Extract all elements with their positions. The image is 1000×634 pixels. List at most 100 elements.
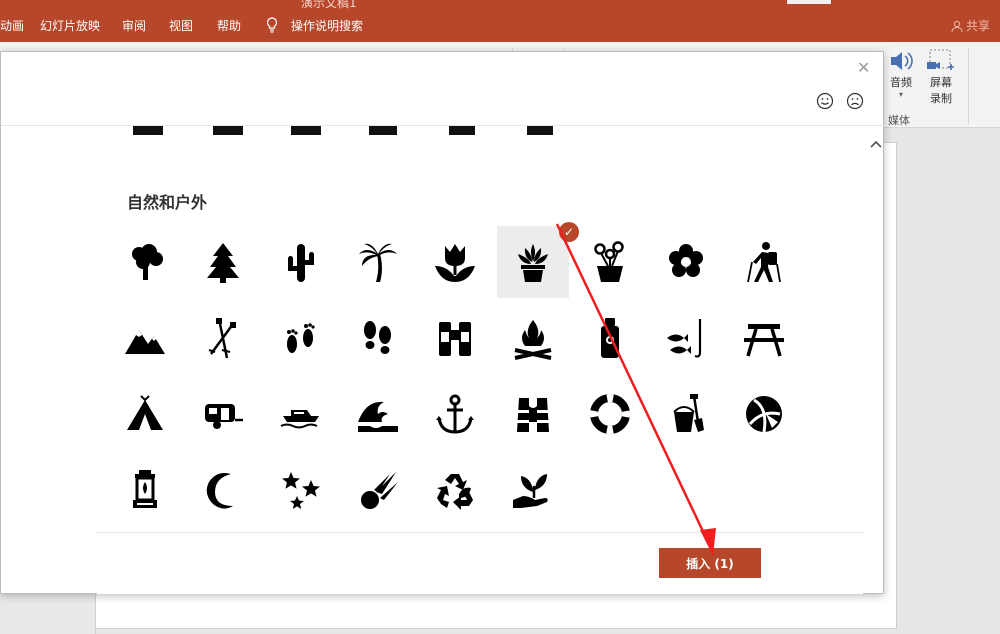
tab-3[interactable]: 视图 bbox=[169, 17, 193, 34]
icon-tile-31[interactable] bbox=[419, 454, 491, 526]
potted-succulent-icon bbox=[518, 244, 548, 282]
title-tab-bar: 演示文稿1 动画 幻灯片放映 审阅 视图 帮助 操作说明搜索 共享 bbox=[0, 0, 1000, 42]
icon-tile-25[interactable] bbox=[650, 378, 722, 450]
bug-spray-icon bbox=[601, 318, 619, 358]
tent-icon bbox=[127, 395, 163, 430]
icon-tile-10[interactable] bbox=[187, 302, 259, 374]
icon-tile-4[interactable] bbox=[419, 226, 491, 298]
icon-tile-28[interactable] bbox=[187, 454, 259, 526]
palm-tree-icon bbox=[359, 243, 397, 282]
lantern-icon bbox=[133, 470, 157, 508]
close-icon[interactable]: ✕ bbox=[857, 58, 870, 77]
icon-tile-9[interactable] bbox=[109, 302, 181, 374]
flower-icon bbox=[669, 244, 703, 277]
tulip-icon bbox=[435, 244, 475, 282]
category-title: 自然和户外 bbox=[127, 193, 208, 212]
trekking-poles-icon bbox=[208, 318, 236, 359]
hiker-icon bbox=[747, 242, 781, 283]
life-ring-icon bbox=[590, 394, 630, 434]
previous-category-icons bbox=[133, 126, 553, 135]
icon-tile-30[interactable] bbox=[342, 454, 414, 526]
icon-tile-32[interactable] bbox=[497, 454, 569, 526]
smile-icon[interactable] bbox=[816, 92, 834, 110]
icon-tile-19[interactable] bbox=[187, 378, 259, 450]
binoculars-icon bbox=[439, 322, 471, 356]
icon-tile-18[interactable] bbox=[109, 378, 181, 450]
sand-bucket-icon bbox=[673, 394, 704, 432]
pine-tree-icon bbox=[207, 243, 239, 283]
beach-ball-icon bbox=[746, 396, 782, 433]
tab-4[interactable]: 帮助 bbox=[217, 17, 241, 34]
icon-tile-13[interactable] bbox=[419, 302, 491, 374]
share-button[interactable]: 共享 bbox=[951, 17, 990, 34]
stars-icon bbox=[282, 472, 320, 509]
icon-tile-24[interactable] bbox=[574, 378, 646, 450]
icon-tile-8[interactable] bbox=[728, 226, 800, 298]
share-label: 共享 bbox=[965, 19, 990, 33]
tab-1[interactable]: 幻灯片放映 bbox=[40, 17, 100, 34]
icon-tile-15[interactable] bbox=[574, 302, 646, 374]
hand-plant-icon bbox=[513, 474, 548, 508]
icon-tile-0[interactable] bbox=[109, 226, 181, 298]
window-title: 演示文稿1 bbox=[301, 0, 357, 10]
icon-tile-5[interactable]: ✓ bbox=[497, 222, 579, 298]
icon-tile-26[interactable] bbox=[728, 378, 800, 450]
frown-icon[interactable] bbox=[846, 92, 864, 110]
fishing-icon bbox=[667, 319, 702, 358]
icon-tile-12[interactable] bbox=[342, 302, 414, 374]
camper-trailer-icon bbox=[205, 404, 243, 429]
icon-tile-27[interactable] bbox=[109, 454, 181, 526]
tree-icon bbox=[132, 244, 163, 280]
cactus-icon bbox=[288, 244, 314, 282]
title-button[interactable] bbox=[787, 0, 831, 4]
icon-tile-21[interactable] bbox=[342, 378, 414, 450]
recycle-icon bbox=[437, 474, 473, 510]
wave-icon bbox=[358, 401, 398, 432]
insert-button[interactable]: 插入 (1) bbox=[659, 548, 761, 578]
person-icon bbox=[951, 20, 963, 32]
shoe-prints-icon bbox=[364, 321, 391, 354]
icon-tile-20[interactable] bbox=[265, 378, 337, 450]
speaker-icon bbox=[891, 52, 913, 70]
group-label-media: 媒体 bbox=[888, 114, 910, 127]
life-vest-icon bbox=[517, 398, 549, 432]
screen-record-label-1: 屏幕 bbox=[930, 76, 952, 89]
tab-0[interactable]: 动画 bbox=[0, 17, 24, 34]
mountains-icon bbox=[125, 330, 165, 354]
icon-gallery: 自然和户外 ✓ 插入 (1) bbox=[97, 126, 863, 594]
chevron-down-icon: ▾ bbox=[898, 90, 903, 99]
anchor-icon bbox=[436, 394, 474, 434]
icon-tile-17[interactable] bbox=[728, 302, 800, 374]
audio-button[interactable]: 音频 ▾ bbox=[888, 48, 914, 99]
icon-tile-11[interactable] bbox=[265, 302, 337, 374]
lightbulb-icon bbox=[266, 17, 278, 33]
icon-tile-7[interactable] bbox=[650, 226, 722, 298]
icon-tile-14[interactable] bbox=[497, 302, 569, 374]
icon-tile-29[interactable] bbox=[265, 454, 337, 526]
dialog-header: ✕ bbox=[1, 52, 885, 126]
insert-icons-dialog: ✕ 自然和户外 ✓ 插入 (1) bbox=[0, 51, 885, 594]
tab-5[interactable]: 操作说明搜索 bbox=[291, 17, 363, 34]
screen-record-label-2: 录制 bbox=[930, 92, 952, 105]
icon-tile-2[interactable] bbox=[265, 226, 337, 298]
campfire-icon bbox=[514, 320, 552, 360]
ribbon-separator bbox=[968, 48, 969, 124]
icon-tile-23[interactable] bbox=[497, 378, 569, 450]
screen-record-icon bbox=[927, 49, 954, 70]
tab-2[interactable]: 审阅 bbox=[122, 17, 146, 34]
picnic-table-icon bbox=[744, 324, 784, 357]
footer-divider bbox=[97, 532, 863, 533]
icon-tile-1[interactable] bbox=[187, 226, 259, 298]
boat-icon bbox=[280, 410, 319, 429]
potted-flowers-icon bbox=[594, 241, 624, 282]
screen-record-button[interactable]: 屏幕 录制 bbox=[926, 48, 956, 106]
gallery-scrollbar[interactable] bbox=[867, 137, 885, 593]
footprints-icon bbox=[287, 323, 315, 353]
comet-icon bbox=[361, 472, 398, 509]
moon-icon bbox=[206, 473, 233, 509]
icon-tile-3[interactable] bbox=[342, 226, 414, 298]
icon-tile-22[interactable] bbox=[419, 378, 491, 450]
audio-label: 音频 bbox=[890, 76, 912, 89]
icon-tile-16[interactable] bbox=[650, 302, 722, 374]
icon-tile-6[interactable] bbox=[574, 226, 646, 298]
